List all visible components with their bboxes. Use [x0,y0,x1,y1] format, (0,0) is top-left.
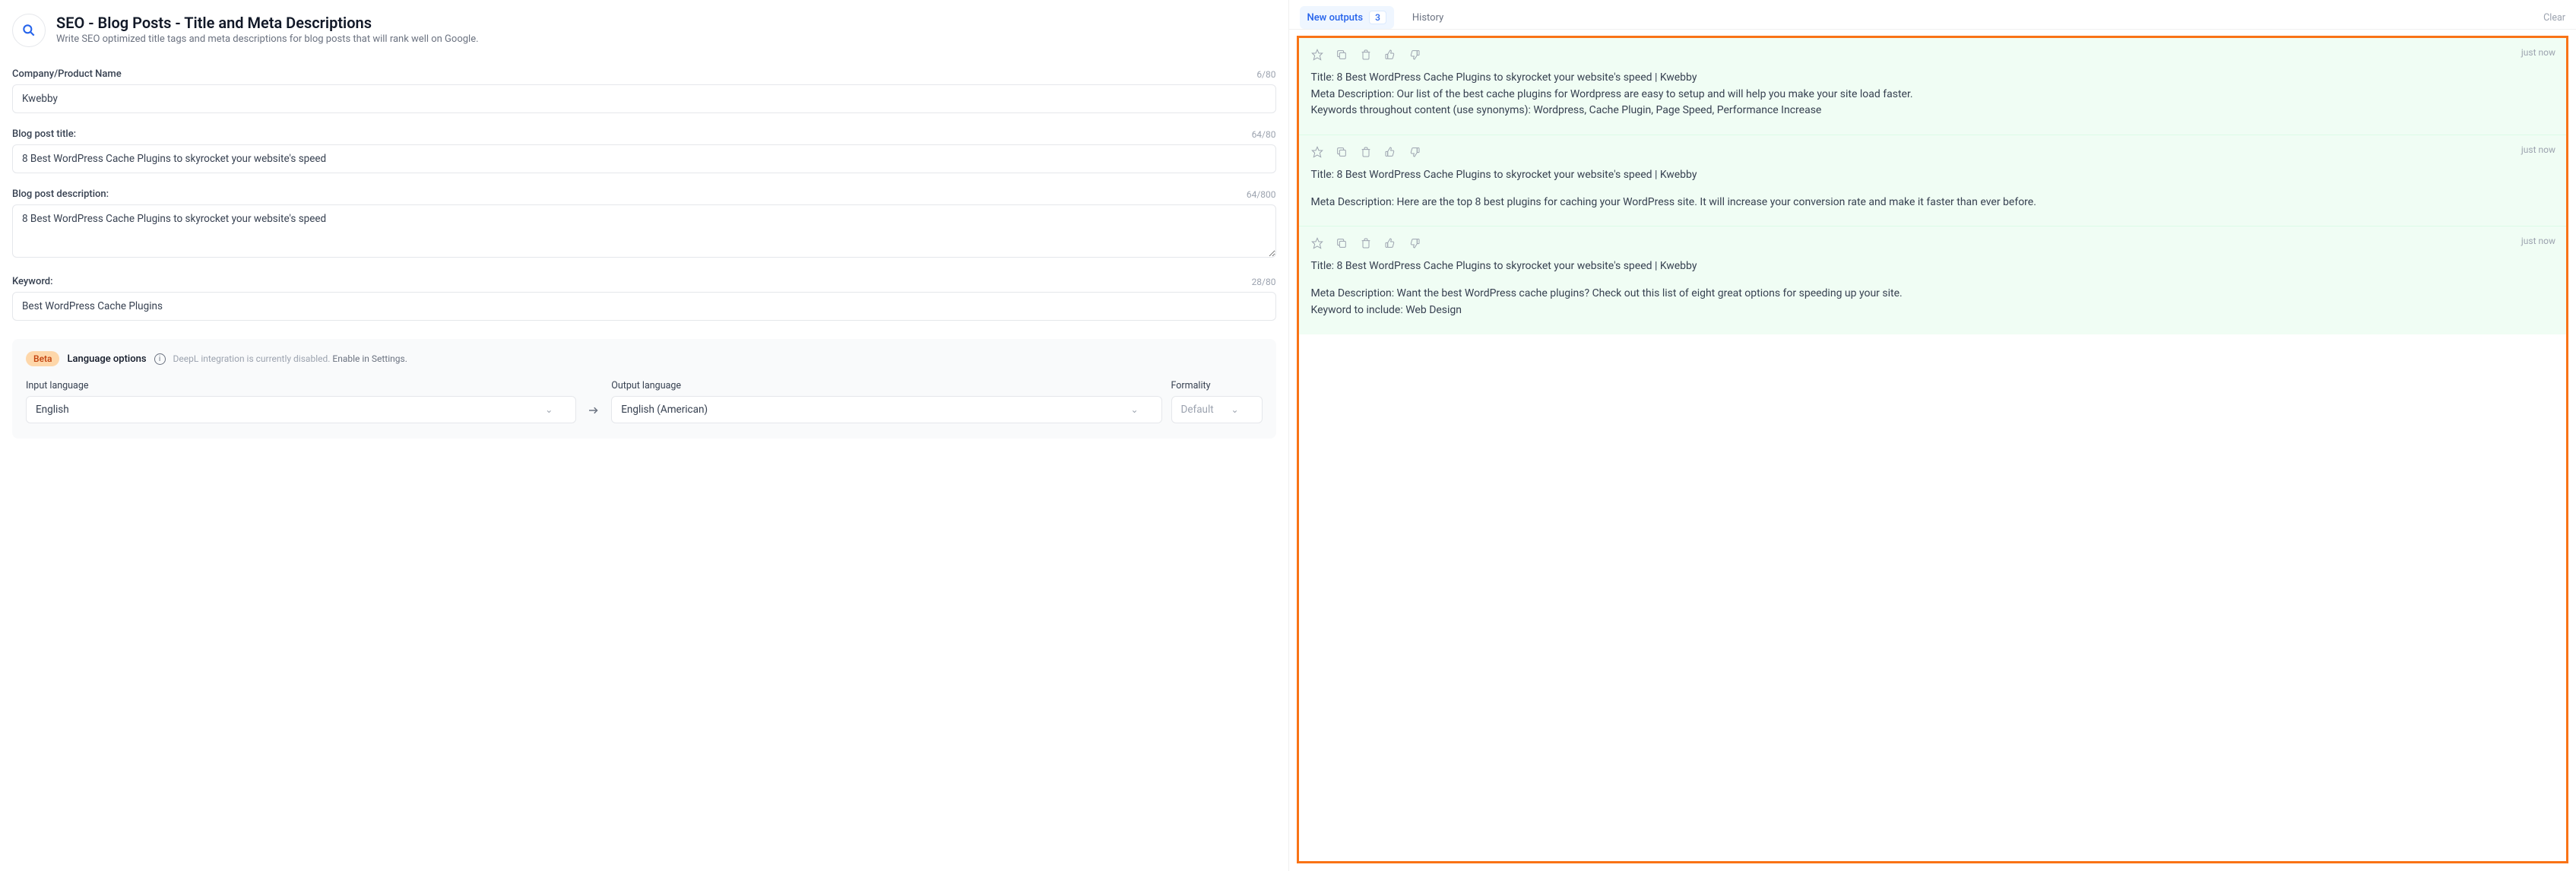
post-title-input[interactable] [12,144,1276,173]
copy-icon[interactable] [1336,49,1348,61]
down-icon[interactable] [1408,146,1421,158]
trash-icon[interactable] [1360,237,1372,249]
down-icon[interactable] [1408,237,1421,249]
output-line: Keywords throughout content (use synonym… [1311,103,2555,119]
input-language-label: Input language [26,380,576,391]
input-language-select[interactable]: English ⌄ [26,396,576,423]
output-line: Meta Description: Here are the top 8 bes… [1311,195,2555,211]
post-title-count: 64/80 [1252,129,1276,140]
post-desc-textarea[interactable] [12,204,1276,258]
company-count: 6/80 [1256,69,1275,80]
post-desc-count: 64/800 [1247,189,1276,200]
input-panel: SEO - Blog Posts - Title and Meta Descri… [0,0,1288,871]
output-card: just now Title: 8 Best WordPress Cache Pl… [1299,226,2567,334]
post-desc-label: Blog post description: [12,188,109,200]
input-language-col: Input language English ⌄ [26,380,576,423]
clear-button[interactable]: Clear [2543,12,2565,24]
output-panel: New outputs 3 History Clear just now Titl… [1288,0,2576,871]
star-icon[interactable] [1311,146,1323,158]
up-icon[interactable] [1384,146,1396,158]
tab-history[interactable]: History [1412,12,1443,24]
copy-icon[interactable] [1336,146,1348,158]
output-tabs: New outputs 3 History Clear [1289,0,2576,30]
info-icon[interactable]: i [154,353,166,365]
formality-label: Formality [1171,380,1263,391]
enable-settings-link[interactable]: Enable in Settings. [332,353,407,364]
company-input[interactable] [12,84,1276,113]
beta-badge: Beta [26,351,59,366]
output-line: Meta Description: Want the best WordPres… [1311,286,2555,302]
up-icon[interactable] [1384,237,1396,249]
output-card: just now Title: 8 Best WordPress Cache Pl… [1299,135,2567,226]
chevron-down-icon: ⌄ [1231,404,1238,415]
output-language-col: Output language English (American) ⌄ [611,380,1161,423]
output-line: Title: 8 Best WordPress Cache Plugins to… [1311,258,2555,275]
language-options-box: Beta Language options i DeepL integratio… [12,339,1276,439]
up-icon[interactable] [1384,49,1396,61]
outputs-count-badge: 3 [1369,11,1386,24]
keyword-label: Keyword: [12,276,53,287]
post-desc-field: Blog post description: 64/800 [12,188,1276,261]
output-line: Meta Description: Our list of the best c… [1311,87,2555,103]
keyword-field: Keyword: 28/80 [12,276,1276,321]
output-actions [1311,146,2555,158]
language-note: DeepL integration is currently disabled.… [173,353,407,364]
keyword-input[interactable] [12,292,1276,321]
formality-select[interactable]: Default ⌄ [1171,396,1263,423]
trash-icon[interactable] [1360,146,1372,158]
output-language-label: Output language [611,380,1161,391]
copy-icon[interactable] [1336,237,1348,249]
template-description: Write SEO optimized title tags and meta … [56,33,479,45]
tab-new-outputs[interactable]: New outputs 3 [1300,6,1394,29]
post-title-label: Blog post title: [12,128,76,140]
output-timestamp: just now [2521,144,2555,155]
template-title: SEO - Blog Posts - Title and Meta Descri… [56,14,479,32]
output-line: Title: 8 Best WordPress Cache Plugins to… [1311,70,2555,87]
output-line: Title: 8 Best WordPress Cache Plugins to… [1311,167,2555,184]
down-icon[interactable] [1408,49,1421,61]
output-language-select[interactable]: English (American) ⌄ [611,396,1161,423]
post-title-field: Blog post title: 64/80 [12,128,1276,173]
chevron-down-icon: ⌄ [1130,404,1138,415]
company-field: Company/Product Name 6/80 [12,68,1276,113]
outputs-list: just now Title: 8 Best WordPress Cache Pl… [1297,36,2569,863]
output-actions [1311,49,2555,61]
output-card: just now Title: 8 Best WordPress Cache Pl… [1299,38,2567,135]
output-timestamp: just now [2521,47,2555,58]
template-header: SEO - Blog Posts - Title and Meta Descri… [12,14,1276,47]
company-label: Company/Product Name [12,68,122,80]
language-options-title: Language options [67,353,146,365]
star-icon[interactable] [1311,237,1323,249]
output-actions [1311,237,2555,249]
arrow-right-icon [585,404,602,423]
formality-col: Formality Default ⌄ [1171,380,1263,423]
chevron-down-icon: ⌄ [545,404,553,415]
star-icon[interactable] [1311,49,1323,61]
keyword-count: 28/80 [1252,277,1276,287]
output-line: Keyword to include: Web Design [1311,302,2555,319]
trash-icon[interactable] [1360,49,1372,61]
output-timestamp: just now [2521,236,2555,246]
search-icon [12,14,46,47]
